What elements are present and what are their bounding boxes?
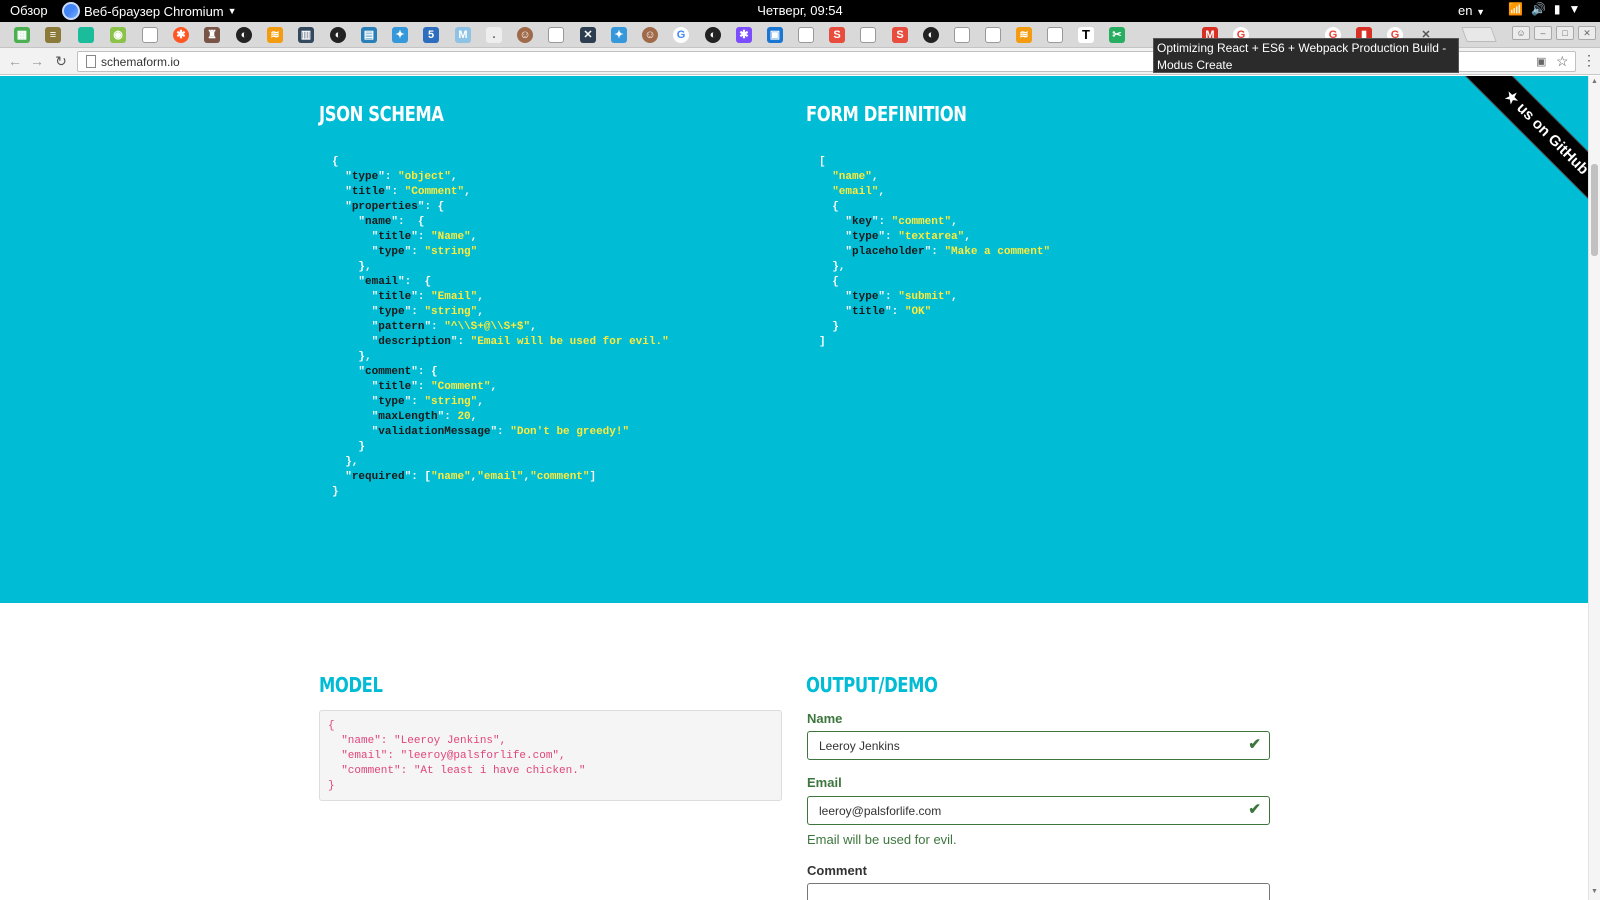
- maximize-button[interactable]: □: [1556, 26, 1574, 40]
- new-tab-button[interactable]: [1461, 27, 1497, 42]
- tab-favicon-icon[interactable]: ♜: [204, 27, 220, 43]
- schema-section: JSON SCHEMA FORM DEFINITION { "type": "o…: [0, 76, 1588, 603]
- email-input[interactable]: leeroy@palsforlife.com ✔: [807, 796, 1270, 825]
- system-top-bar: Обзор Веб-браузер Chromium ▼ Четверг, 09…: [0, 0, 1600, 22]
- translate-icon[interactable]: ▣: [1536, 55, 1546, 68]
- forward-button[interactable]: →: [28, 52, 46, 70]
- email-label: Email: [807, 775, 842, 790]
- model-code: { "name": "Leeroy Jenkins", "email": "le…: [328, 720, 586, 792]
- tab-favicon-icon[interactable]: ✱: [173, 27, 189, 43]
- wifi-icon: 📶: [1508, 2, 1523, 16]
- back-button[interactable]: ←: [6, 52, 24, 70]
- tab-favicon-icon[interactable]: [142, 27, 158, 43]
- form-definition-title: FORM DEFINITION: [806, 102, 967, 126]
- tab-favicon-icon[interactable]: [798, 27, 814, 43]
- tab-favicon-icon[interactable]: ☺: [517, 27, 533, 43]
- google-icon[interactable]: G: [673, 27, 689, 43]
- app-menu[interactable]: Веб-браузер Chromium ▼: [62, 1, 237, 21]
- tab-favicon-icon[interactable]: S: [892, 27, 908, 43]
- tab-favicon-icon[interactable]: T: [1078, 27, 1094, 43]
- tab-favicon-icon[interactable]: ✦: [392, 27, 408, 43]
- tab-favicon-icon[interactable]: [548, 27, 564, 43]
- language-indicator[interactable]: en ▼: [1458, 3, 1485, 18]
- email-help-text: Email will be used for evil.: [807, 832, 957, 847]
- github-ribbon[interactable]: ★ us on GitHub: [1408, 76, 1588, 256]
- url-text[interactable]: schemaform.io: [101, 55, 180, 69]
- minimize-button[interactable]: –: [1534, 26, 1552, 40]
- caret-down-icon: ▼: [1568, 2, 1581, 16]
- github-icon[interactable]: ◐: [330, 27, 346, 43]
- checkmark-icon: ✔: [1248, 801, 1261, 818]
- clock[interactable]: Четверг, 09:54: [757, 3, 843, 18]
- tab-favicon-icon[interactable]: M: [455, 27, 471, 43]
- tab-favicon-icon[interactable]: ▥: [298, 27, 314, 43]
- activities-button[interactable]: Обзор: [10, 3, 48, 18]
- tab-favicon-icon[interactable]: ◉: [110, 27, 126, 43]
- demo-section: MODEL { "name": "Leeroy Jenkins", "email…: [0, 603, 1588, 900]
- json-schema-title: JSON SCHEMA: [319, 102, 444, 126]
- name-input[interactable]: Leeroy Jenkins ✔: [807, 731, 1270, 760]
- scroll-up-icon[interactable]: ▲: [1591, 78, 1598, 85]
- tab-favicon-icon[interactable]: [985, 27, 1001, 43]
- reload-button[interactable]: ↻: [52, 52, 70, 70]
- app-name: Веб-браузер Chromium: [84, 3, 224, 19]
- tab-favicon-icon[interactable]: ✂: [1109, 27, 1125, 43]
- checkmark-icon: ✔: [1248, 736, 1261, 753]
- scrollbar-thumb[interactable]: [1591, 164, 1598, 256]
- tab-favicon-icon[interactable]: ✦: [611, 27, 627, 43]
- output-demo-title: OUTPUT/DEMO: [806, 673, 938, 697]
- battery-icon: ▮: [1553, 2, 1561, 16]
- tab-favicon-icon[interactable]: ▣: [767, 27, 783, 43]
- tab-favicon-icon[interactable]: .: [486, 27, 502, 43]
- json-schema-code[interactable]: { "type": "object", "title": "Comment", …: [332, 155, 669, 500]
- profile-icon[interactable]: ☺: [1512, 26, 1530, 40]
- caret-down-icon: ▼: [227, 6, 237, 16]
- tab-favicon-icon[interactable]: ≋: [267, 27, 283, 43]
- form-definition-code[interactable]: [ "name", "email", { "key": "comment", "…: [819, 155, 1050, 350]
- name-label: Name: [807, 711, 843, 726]
- tab-favicon-icon[interactable]: ▤: [361, 27, 377, 43]
- github-ribbon-label[interactable]: ★ us on GitHub: [1442, 76, 1588, 237]
- tab-favicon-icon[interactable]: ▦: [14, 27, 30, 43]
- tab-tooltip: Optimizing React + ES6 + Webpack Product…: [1153, 38, 1459, 73]
- comment-label: Comment: [807, 863, 867, 878]
- tab-favicon-icon[interactable]: S: [829, 27, 845, 43]
- tab-favicon-icon[interactable]: [860, 27, 876, 43]
- browser-menu-icon[interactable]: ⋮: [1582, 52, 1596, 69]
- email-input-value: leeroy@palsforlife.com: [819, 804, 942, 818]
- scroll-down-icon[interactable]: ▼: [1591, 888, 1598, 895]
- model-code-box: { "name": "Leeroy Jenkins", "email": "le…: [319, 710, 782, 801]
- github-icon[interactable]: ◐: [923, 27, 939, 43]
- tab-favicon-icon[interactable]: ≋: [1016, 27, 1032, 43]
- tab-favicon-icon[interactable]: ☺: [642, 27, 658, 43]
- tab-favicon-icon[interactable]: 5: [423, 27, 439, 43]
- github-icon[interactable]: ◐: [236, 27, 252, 43]
- tab-favicon-icon[interactable]: ✕: [580, 27, 596, 43]
- close-window-button[interactable]: ✕: [1578, 26, 1596, 40]
- page-scrollbar[interactable]: ▲ ▼: [1588, 76, 1600, 900]
- model-title: MODEL: [319, 673, 383, 697]
- tab-favicon-icon[interactable]: ✱: [736, 27, 752, 43]
- tab-favicon-icon[interactable]: ≡: [45, 27, 61, 43]
- bookmark-star-icon[interactable]: ☆: [1556, 53, 1569, 70]
- system-tray[interactable]: 📶 🔊 ▮ ▼: [1508, 2, 1580, 16]
- page-icon: [86, 55, 96, 68]
- comment-textarea[interactable]: [807, 883, 1270, 900]
- name-input-value: Leeroy Jenkins: [819, 739, 900, 753]
- tab-favicon-icon[interactable]: [1047, 27, 1063, 43]
- github-icon[interactable]: ◐: [705, 27, 721, 43]
- tab-favicon-icon[interactable]: [954, 27, 970, 43]
- volume-icon: 🔊: [1530, 2, 1546, 16]
- chromium-icon: [62, 2, 80, 20]
- page-viewport: JSON SCHEMA FORM DEFINITION { "type": "o…: [0, 76, 1588, 900]
- tab-favicon-icon[interactable]: [78, 27, 94, 43]
